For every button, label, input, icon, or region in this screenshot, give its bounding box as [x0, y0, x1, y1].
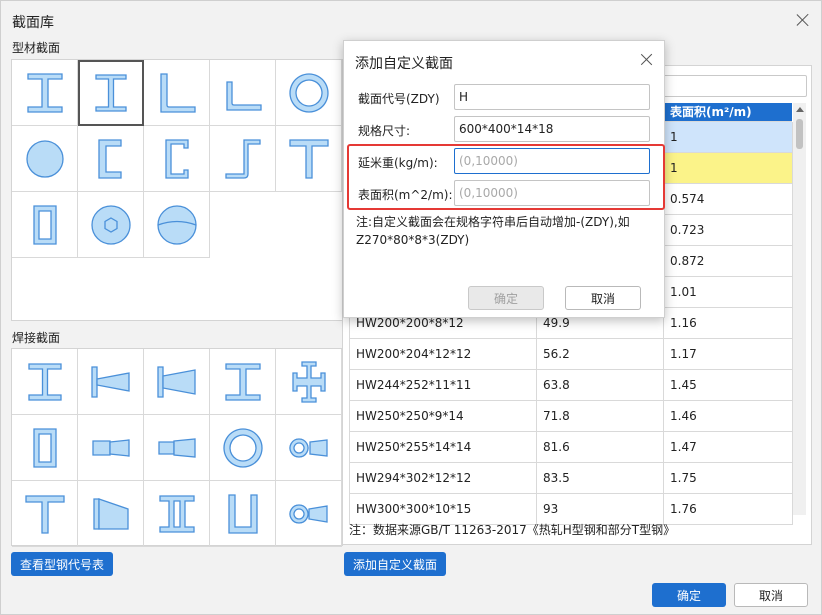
table-row[interactable]: HW250*250*9*14 71.8 1.46 — [349, 399, 793, 432]
table-cell: 0.723 — [663, 213, 793, 246]
close-icon[interactable] — [793, 10, 813, 30]
table-cell: HW300*300*10*15 — [349, 492, 537, 525]
dialog-ok-button[interactable]: 确定 — [468, 286, 544, 310]
welded-ring-tapered-2-icon[interactable] — [276, 481, 342, 547]
scroll-up-arrow-icon[interactable] — [796, 107, 804, 112]
z-section-icon[interactable] — [210, 126, 276, 192]
table-row[interactable]: HW250*255*14*14 81.6 1.47 — [349, 430, 793, 463]
welded-i-icon[interactable] — [12, 349, 78, 415]
ring-icon[interactable] — [276, 60, 342, 126]
profile-section-label: 型材截面 — [12, 41, 61, 55]
welded-ring-tapered-icon[interactable] — [276, 415, 342, 481]
table-cell: HW250*250*9*14 — [349, 399, 537, 432]
welded-u-icon[interactable] — [210, 481, 276, 547]
welded-ring-icon[interactable] — [210, 415, 276, 481]
dialog-close-icon[interactable] — [638, 51, 656, 69]
section-code-label: 截面代号(ZDY) — [358, 92, 440, 106]
window-title: 截面库 — [12, 15, 54, 31]
table-cell: 0.574 — [663, 182, 793, 215]
welded-box-tapered-2-icon[interactable] — [144, 415, 210, 481]
dialog-cancel-button[interactable]: 取消 — [565, 286, 641, 310]
section-library-window: 截面库 型材截面 焊接截面 查看型钢代号表 表面积(m²/m) 1 1 0.57… — [0, 0, 822, 615]
welded-tapered-h-icon[interactable] — [144, 349, 210, 415]
cancel-button[interactable]: 取消 — [734, 583, 808, 607]
unequal-angle-icon[interactable] — [210, 60, 276, 126]
lipped-channel-icon[interactable] — [144, 126, 210, 192]
table-cell: 1.16 — [663, 306, 793, 339]
rect-tube-icon[interactable] — [12, 192, 78, 258]
welded-tapered-t-icon[interactable] — [78, 481, 144, 547]
table-cell: 1.46 — [663, 399, 793, 432]
table-cell: 1.17 — [663, 337, 793, 370]
table-cell: 63.8 — [536, 368, 664, 401]
table-cell: 1.45 — [663, 368, 793, 401]
table-cell: 1.75 — [663, 461, 793, 494]
h-beam-icon[interactable] — [78, 60, 144, 126]
unit-weight-label: 延米重(kg/m): — [358, 156, 438, 170]
scrollbar-thumb[interactable] — [796, 119, 803, 149]
channel-icon[interactable] — [78, 126, 144, 192]
spec-size-label: 规格尺寸: — [358, 124, 411, 138]
table-cell: 1.76 — [663, 492, 793, 525]
section-code-input[interactable] — [454, 84, 650, 110]
dialog-title: 添加自定义截面 — [355, 56, 453, 72]
table-cell: 1.01 — [663, 275, 793, 308]
table-row[interactable]: HW294*302*12*12 83.5 1.75 — [349, 461, 793, 494]
dialog-note: 注:自定义截面会在规格字符串后自动增加-(ZDY),如Z270*80*8*3(Z… — [356, 215, 630, 247]
welded-t-icon[interactable] — [12, 481, 78, 547]
table-row[interactable]: HW200*204*12*12 56.2 1.17 — [349, 337, 793, 370]
table-cell: 93 — [536, 492, 664, 525]
add-custom-section-dialog: 添加自定义截面 截面代号(ZDY) 规格尺寸: 延米重(kg/m): 表面积(m… — [343, 40, 665, 318]
table-scrollbar[interactable] — [793, 103, 806, 515]
table-cell: 81.6 — [536, 430, 664, 463]
angle-icon[interactable] — [144, 60, 210, 126]
welded-box-icon[interactable] — [12, 415, 78, 481]
table-cell: 71.8 — [536, 399, 664, 432]
spec-size-input[interactable] — [454, 116, 650, 142]
i-beam-icon[interactable] — [12, 60, 78, 126]
table-cell: 56.2 — [536, 337, 664, 370]
add-custom-section-button[interactable]: 添加自定义截面 — [344, 552, 446, 576]
data-source-note: 注：数据来源GB/T 11263-2017《热轧H型钢和部分T型钢》 — [349, 523, 676, 537]
welded-double-i-icon[interactable] — [144, 481, 210, 547]
view-codes-button[interactable]: 查看型钢代号表 — [11, 552, 113, 576]
table-cell: HW244*252*11*11 — [349, 368, 537, 401]
column-header[interactable]: 表面积(m²/m) — [663, 103, 793, 121]
split-circle-icon[interactable] — [144, 192, 210, 258]
table-cell: 0.872 — [663, 244, 793, 277]
ok-button[interactable]: 确定 — [652, 583, 726, 607]
welded-h-icon[interactable] — [210, 349, 276, 415]
table-cell: HW250*255*14*14 — [349, 430, 537, 463]
profile-shape-grid — [11, 59, 343, 321]
welded-tapered-i-icon[interactable] — [78, 349, 144, 415]
table-cell: HW294*302*12*12 — [349, 461, 537, 494]
t-section-icon[interactable] — [276, 126, 342, 192]
table-cell: 1 — [663, 120, 793, 153]
unit-weight-input[interactable] — [454, 148, 650, 174]
surface-area-input[interactable] — [454, 180, 650, 206]
surface-area-label: 表面积(m^2/m): — [358, 188, 453, 202]
welded-box-tapered-icon[interactable] — [78, 415, 144, 481]
table-cell: 83.5 — [536, 461, 664, 494]
table-cell: 1 — [663, 151, 793, 184]
table-cell: 1.47 — [663, 430, 793, 463]
table-row[interactable]: HW300*300*10*15 93 1.76 — [349, 492, 793, 525]
search-input[interactable] — [661, 75, 807, 97]
table-row[interactable]: HW244*252*11*11 63.8 1.45 — [349, 368, 793, 401]
table-cell: HW200*204*12*12 — [349, 337, 537, 370]
welded-cross-icon[interactable] — [276, 349, 342, 415]
round-bar-icon[interactable] — [12, 126, 78, 192]
welded-shape-grid — [11, 348, 343, 547]
welded-section-label: 焊接截面 — [12, 331, 61, 345]
hex-bar-icon[interactable] — [78, 192, 144, 258]
